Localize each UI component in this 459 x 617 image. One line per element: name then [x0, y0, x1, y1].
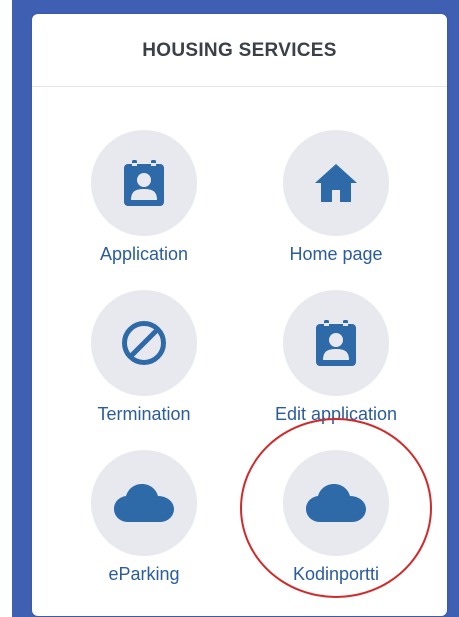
service-home-page[interactable]: Home page: [251, 130, 421, 265]
service-icon-circle: [91, 130, 197, 236]
service-termination[interactable]: Termination: [59, 290, 229, 425]
panel-header: HOUSING SERVICES: [32, 14, 447, 87]
service-label: Kodinportti: [292, 564, 380, 584]
service-icon-circle: [91, 450, 197, 556]
service-label: Edit application: [274, 404, 398, 424]
calendar-user-icon: [316, 320, 356, 366]
home-icon: [315, 164, 357, 202]
service-eparking[interactable]: eParking: [59, 450, 229, 585]
service-label: Home page: [289, 244, 383, 264]
service-icon-circle: [283, 450, 389, 556]
service-icon-circle: [91, 290, 197, 396]
housing-services-panel: HOUSING SERVICES Application Home page T…: [32, 14, 447, 616]
panel-title: HOUSING SERVICES: [142, 40, 337, 61]
service-icon-circle: [283, 290, 389, 396]
service-label: eParking: [108, 564, 180, 584]
service-label: Termination: [97, 404, 191, 424]
service-icon-circle: [283, 130, 389, 236]
service-label: Application: [99, 244, 189, 264]
cloud-icon: [114, 484, 174, 522]
prohibited-icon: [122, 321, 166, 365]
service-kodinportti[interactable]: Kodinportti: [251, 450, 421, 585]
service-edit-application[interactable]: Edit application: [251, 290, 421, 425]
calendar-user-icon: [124, 160, 164, 206]
cloud-icon: [306, 484, 366, 522]
service-application[interactable]: Application: [59, 130, 229, 265]
